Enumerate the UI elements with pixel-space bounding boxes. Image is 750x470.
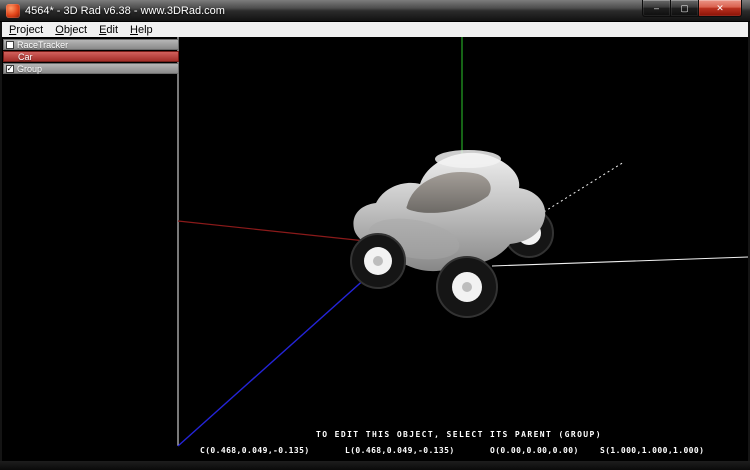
object-label-car: Car xyxy=(18,51,33,62)
car-model[interactable] xyxy=(350,150,554,318)
titlebar[interactable]: 4564* - 3D Rad v6.38 - www.3DRad.com – ▢… xyxy=(0,0,750,22)
window-title: 4564* - 3D Rad v6.38 - www.3DRad.com xyxy=(25,4,225,17)
menu-project-label: P xyxy=(9,23,17,36)
minimize-button[interactable]: – xyxy=(642,0,671,17)
minimize-icon: – xyxy=(653,2,659,13)
menu-edit-label-rest: dit xyxy=(106,23,119,36)
checkbox-group[interactable]: ✓ xyxy=(6,63,14,73)
close-icon: ✕ xyxy=(716,2,724,13)
close-button[interactable]: ✕ xyxy=(698,0,742,17)
coord-l: L(0.468,0.049,-0.135) xyxy=(345,446,455,455)
object-row-car[interactable]: Car xyxy=(3,51,179,62)
viewport-hint-text: TO EDIT THIS OBJECT, SELECT ITS PARENT (… xyxy=(316,430,602,439)
viewport-3d[interactable]: RaceTracker Car ✓ Group TO EDIT THIS OBJ… xyxy=(2,37,748,461)
checkbox-group-mark: ✓ xyxy=(6,63,14,73)
object-list: RaceTracker Car ✓ Group xyxy=(3,39,179,75)
object-row-racetracker[interactable]: RaceTracker xyxy=(3,39,179,50)
coord-o: O(0.00,0.00,0.00) xyxy=(490,446,579,455)
window-frame: Project Object Edit Help RaceTracker Car… xyxy=(0,22,750,461)
window-controls: – ▢ ✕ xyxy=(642,0,742,17)
menu-object-label-rest: bject xyxy=(63,23,88,36)
coord-s: S(1.000,1.000,1.000) xyxy=(600,446,705,455)
maximize-icon: ▢ xyxy=(680,2,689,13)
menu-edit[interactable]: Edit xyxy=(93,22,124,37)
checkbox-racetracker[interactable] xyxy=(6,40,14,49)
menu-help-label-rest: elp xyxy=(137,23,153,36)
window-frame-bottom xyxy=(0,461,750,470)
wheel-rear-left xyxy=(350,233,406,289)
menu-project[interactable]: Project xyxy=(3,22,49,37)
menu-project-label-rest: roject xyxy=(16,23,44,36)
object-label-racetracker: RaceTracker xyxy=(17,39,69,50)
wheel-front-left xyxy=(436,256,498,318)
menu-help-label: H xyxy=(130,23,138,36)
maximize-button[interactable]: ▢ xyxy=(671,0,698,17)
object-row-group[interactable]: ✓ Group xyxy=(3,63,179,74)
car-roof-highlight xyxy=(435,150,501,168)
app-window: 4564* - 3D Rad v6.38 - www.3DRad.com – ▢… xyxy=(0,0,750,470)
white-axis-line xyxy=(491,256,748,267)
menu-object[interactable]: Object xyxy=(49,22,93,37)
menubar: Project Object Edit Help xyxy=(2,22,748,37)
app-icon xyxy=(6,3,20,18)
menu-edit-label: E xyxy=(99,23,107,36)
menu-help[interactable]: Help xyxy=(124,22,159,37)
coord-c: C(0.468,0.049,-0.135) xyxy=(200,446,310,455)
object-label-group: Group xyxy=(17,63,43,74)
menu-object-label: O xyxy=(55,23,64,36)
scene-canvas xyxy=(177,37,748,447)
